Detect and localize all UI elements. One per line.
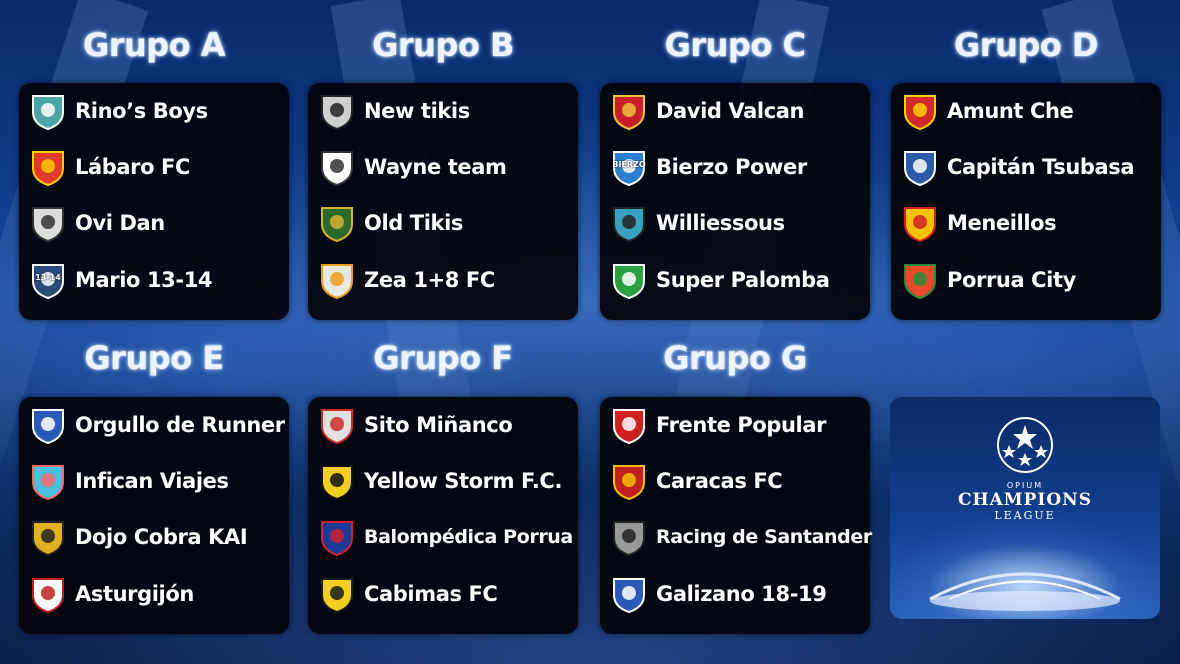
rhino-crest-icon xyxy=(27,90,69,132)
team-name: Cabimas FC xyxy=(364,582,498,606)
tiki-mask-icon xyxy=(316,202,358,244)
team-row: Meneillos xyxy=(899,199,1057,247)
sito-minanco-crest-icon xyxy=(316,404,358,446)
logo-text: 13-14 xyxy=(35,273,61,282)
team-name: Yellow Storm F.C. xyxy=(364,469,563,493)
logo-text: BIERZO xyxy=(612,160,646,169)
team-name: Amunt Che xyxy=(947,99,1074,123)
team-row: Cabimas FC xyxy=(316,570,498,618)
team-name: Zea 1+8 FC xyxy=(364,268,495,292)
team-name: Caracas FC xyxy=(656,469,783,493)
group-f-title: Grupo F xyxy=(373,339,513,377)
cobra-kai-icon xyxy=(27,516,69,558)
mario-crest-icon: 13-14 xyxy=(27,259,69,301)
group-d-title: Grupo D xyxy=(954,26,1098,64)
team-name: Super Palomba xyxy=(656,268,830,292)
team-name: Lábaro FC xyxy=(75,155,191,179)
team-name: Sito Miñanco xyxy=(364,413,513,437)
team-name: Frente Popular xyxy=(656,413,827,437)
team-row: Sito Miñanco xyxy=(316,401,513,449)
team-name: Old Tikis xyxy=(364,211,463,235)
team-row: 13-14 Mario 13-14 xyxy=(27,256,213,304)
group-g-title: Grupo G xyxy=(663,339,807,377)
team-name: Balompédica Porrua xyxy=(364,526,573,548)
team-name: Capitán Tsubasa xyxy=(947,155,1135,179)
team-row: Capitán Tsubasa xyxy=(899,143,1135,191)
team-row: Rino’s Boys xyxy=(27,87,208,135)
wolf-crest-icon xyxy=(608,202,650,244)
logo-line-3: LEAGUE xyxy=(994,509,1056,522)
group-e-title: Grupo E xyxy=(84,339,224,377)
team-row: Dojo Cobra KAI xyxy=(27,513,248,561)
bierzo-crest-icon: BIERZO xyxy=(608,146,650,188)
team-row: Old Tikis xyxy=(316,199,463,247)
team-name: Dojo Cobra KAI xyxy=(75,525,248,549)
team-row: Williessous xyxy=(608,199,785,247)
wayne-shield-icon xyxy=(316,146,358,188)
team-name: Rino’s Boys xyxy=(75,99,208,123)
team-name: Infican Viajes xyxy=(75,469,229,493)
team-row: Porrua City xyxy=(899,256,1076,304)
team-row: Infican Viajes xyxy=(27,457,229,505)
caracas-crest-icon xyxy=(608,460,650,502)
team-row: David Valcan xyxy=(608,87,804,135)
galizano-crest-icon xyxy=(608,573,650,615)
group-b-title: Grupo B xyxy=(372,26,514,64)
asturgijon-logo-icon xyxy=(27,573,69,615)
logo-line-2: CHAMPIONS xyxy=(958,490,1092,510)
team-row: Amunt Che xyxy=(899,87,1074,135)
team-name: David Valcan xyxy=(656,99,805,123)
team-row: Wayne team xyxy=(316,143,507,191)
team-name: Galizano 18-19 xyxy=(656,582,827,606)
david-valcan-crest-icon xyxy=(608,90,650,132)
smiley-crest-icon xyxy=(899,202,941,244)
team-row: BIERZO Bierzo Power xyxy=(608,143,807,191)
team-row: Balompédica Porrua xyxy=(316,513,573,561)
runner-crest-icon xyxy=(27,404,69,446)
team-row: Ovi Dan xyxy=(27,199,165,247)
racing-crest-icon xyxy=(608,516,650,558)
team-row: Lábaro FC xyxy=(27,143,190,191)
frente-popular-crest-icon xyxy=(608,404,650,446)
labaro-crest-icon xyxy=(27,146,69,188)
team-name: Asturgijón xyxy=(75,582,194,606)
team-name: Orgullo de Runner xyxy=(75,413,285,437)
team-row: Caracas FC xyxy=(608,457,783,505)
team-row: Orgullo de Runner xyxy=(27,401,285,449)
team-name: Mario 13-14 xyxy=(75,268,213,292)
amunt-che-crest-icon xyxy=(899,90,941,132)
balompedica-crest-icon xyxy=(316,516,358,558)
team-row: Asturgijón xyxy=(27,570,194,618)
pirate-flag-icon xyxy=(608,259,650,301)
team-row: Yellow Storm F.C. xyxy=(316,457,562,505)
cabimas-crest-icon xyxy=(316,573,358,615)
team-name: Ovi Dan xyxy=(75,211,165,235)
team-row: Racing de Santander xyxy=(608,513,872,561)
team-row: Super Palomba xyxy=(608,256,830,304)
team-name: Meneillos xyxy=(947,211,1057,235)
team-row: Zea 1+8 FC xyxy=(316,256,495,304)
team-row: Galizano 18-19 xyxy=(608,570,827,618)
yellow-storm-crest-icon xyxy=(316,460,358,502)
stadium-graphic xyxy=(929,572,1121,611)
ovi-dan-crest-icon xyxy=(27,202,69,244)
team-name: New tikis xyxy=(364,99,470,123)
team-name: Bierzo Power xyxy=(656,155,807,179)
tsubasa-crest-icon xyxy=(899,146,941,188)
starball-icon xyxy=(997,417,1053,473)
group-a-title: Grupo A xyxy=(82,26,226,64)
new-tikis-crest-icon xyxy=(316,90,358,132)
duck-mask-icon xyxy=(316,259,358,301)
logo-line-1: OPIUM xyxy=(1006,481,1044,490)
team-row: Frente Popular xyxy=(608,401,826,449)
infican-logo-icon xyxy=(27,460,69,502)
champions-league-logo: OPIUM CHAMPIONS LEAGUE xyxy=(890,397,1160,619)
team-name: Racing de Santander xyxy=(656,526,872,548)
team-name: Porrua City xyxy=(947,268,1076,292)
team-row: New tikis xyxy=(316,87,470,135)
team-name: Wayne team xyxy=(364,155,507,179)
group-c-title: Grupo C xyxy=(664,26,806,64)
team-name: Williessous xyxy=(656,211,785,235)
porrua-city-crest-icon xyxy=(899,259,941,301)
